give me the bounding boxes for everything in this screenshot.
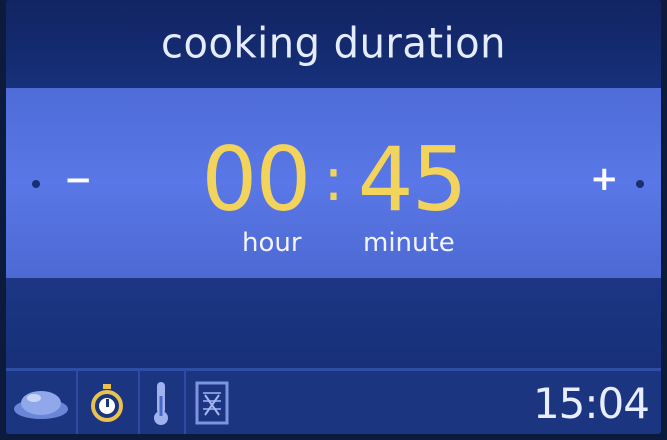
display-frame: cooking duration − + 00 : 45 hour minute	[6, 0, 661, 434]
cooking-mode-button[interactable]	[184, 371, 240, 434]
duration-setting-band: − + 00 : 45 hour minute	[6, 88, 661, 278]
page-title: cooking duration	[161, 19, 506, 69]
minute-label: minute	[363, 228, 455, 258]
grill-mode-icon	[195, 381, 229, 424]
clock-time: 15:04	[532, 379, 650, 428]
temperature-button[interactable]	[138, 371, 186, 434]
hour-label: hour	[242, 228, 302, 258]
thermometer-icon	[154, 381, 168, 425]
timer-button[interactable]	[76, 371, 140, 434]
timer-icon	[91, 383, 123, 422]
hours-value[interactable]: 00	[201, 130, 311, 230]
empty-panel	[6, 278, 661, 368]
oven-display: cooking duration − + 00 : 45 hour minute	[0, 0, 667, 440]
title-bar: cooking duration	[6, 0, 661, 88]
time-separator: :	[323, 145, 344, 215]
dish-button[interactable]	[6, 371, 78, 434]
dish-icon	[14, 390, 68, 419]
status-bar: 15:04	[6, 371, 661, 434]
duration-value: 00 : 45	[6, 130, 661, 240]
minutes-value[interactable]: 45	[358, 130, 468, 230]
